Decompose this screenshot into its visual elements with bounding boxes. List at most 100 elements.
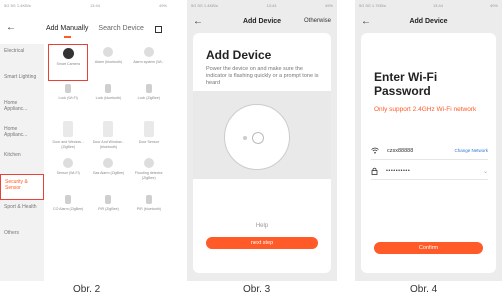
device-label: Gas Alarm (ZigBee) — [92, 171, 125, 175]
device-item[interactable]: Lock (Wi-Fi) — [48, 81, 88, 118]
screen-add-device: 5G 5G 1.4KB/s 13:44 49% ← Add Device Oth… — [187, 0, 337, 281]
change-network-link[interactable]: Change Network — [454, 148, 488, 153]
caption-obr-3: Obr. 3 — [243, 284, 271, 295]
status-right: 49% — [489, 3, 498, 8]
divider — [371, 179, 488, 180]
status-time: 13:44 — [89, 3, 100, 8]
status-time: 13:44 — [432, 3, 443, 8]
add-device-card: Add Device Power the device on and make … — [193, 33, 331, 273]
device-label: Flooding detector (ZigBee) — [134, 171, 163, 180]
tab-search-device[interactable]: Search Device — [98, 25, 144, 32]
sidebar-item[interactable]: Electrical — [0, 44, 44, 70]
device-item[interactable]: Door Sensor — [129, 118, 169, 155]
device-label: Door Sensor — [138, 140, 159, 144]
card-title: Enter Wi-Fi Password — [374, 70, 438, 98]
door-sensor-icon — [143, 121, 154, 137]
pir-icon — [145, 195, 152, 204]
eye-toggle-icon[interactable]: ⌄ — [483, 168, 488, 175]
status-bar: 5G 5G 1.4KB/s 13:44 49% — [187, 0, 337, 11]
device-item[interactable]: PIR (bluetooth) — [129, 192, 169, 229]
wifi-ssid: czsx88888 — [387, 147, 414, 154]
device-label: Door And Window... (bluetooth) — [92, 140, 125, 149]
back-arrow-icon[interactable]: ← — [193, 16, 203, 27]
wifi-ssid-row: czsx88888 Change Network — [371, 147, 488, 154]
password-row[interactable]: •••••••••• ⌄ — [371, 167, 488, 175]
device-label: Smart Camera — [56, 62, 80, 66]
device-item[interactable]: Gas Alarm (ZigBee) — [88, 155, 128, 192]
status-left: 5G 5G 1.4KB/s — [191, 3, 218, 8]
device-item[interactable]: Smart Camera — [48, 44, 89, 81]
device-item[interactable]: Door and Window... (ZigBee) — [48, 118, 88, 155]
password-field[interactable]: •••••••••• — [378, 168, 483, 174]
lock-icon — [105, 84, 112, 93]
alarm-system-icon — [143, 47, 154, 57]
divider — [371, 159, 488, 160]
status-left: 5G 5G 1.7KB/s — [359, 3, 386, 8]
screen-add-manually: 5G 5G 1.4KB/s 13:44 49% ← Add Manually S… — [0, 0, 171, 281]
caption-obr-4: Obr. 4 — [410, 284, 438, 295]
indicator-light-icon — [243, 136, 247, 140]
help-link[interactable]: Help — [193, 223, 331, 229]
sidebar-item[interactable]: Home Applianc... — [0, 122, 44, 148]
device-item[interactable]: Door And Window... (bluetooth) — [88, 118, 128, 155]
device-label: Lock (bluetooth) — [95, 96, 122, 100]
device-grid: Smart Camera Alarm (bluetooth) Alarm syste… — [48, 44, 169, 281]
category-sidebar: Electrical Smart Lighting Home Applianc...… — [0, 44, 44, 281]
sidebar-item[interactable]: Sport & Health — [0, 200, 44, 226]
wifi-note: Only support 2.4GHz Wi-Fi network — [374, 106, 477, 113]
card-description: Power the device on and make sure the in… — [206, 66, 319, 86]
device-item[interactable]: Lock (bluetooth) — [88, 81, 128, 118]
device-item[interactable]: Sensor (Wi-Fi) — [48, 155, 88, 192]
device-label: Alarm system (Wi... — [133, 60, 165, 64]
device-label: CO Alarm (ZigBee) — [52, 207, 84, 211]
device-item[interactable]: Flooding detector (ZigBee) — [129, 155, 169, 192]
tabs: Add Manually Search Device — [46, 25, 144, 38]
device-item[interactable]: Alarm (bluetooth) — [88, 44, 128, 81]
back-arrow-icon[interactable]: ← — [6, 22, 16, 33]
status-right: 49% — [324, 3, 333, 8]
device-label: Lock (ZigBee) — [137, 96, 160, 100]
alarm-icon — [103, 47, 114, 57]
status-left: 5G 5G 1.4KB/s — [4, 3, 31, 8]
back-arrow-icon[interactable]: ← — [361, 16, 371, 27]
door-sensor-icon — [103, 121, 114, 137]
confirm-button[interactable]: Confirm — [374, 242, 483, 254]
camera-icon — [62, 48, 74, 59]
device-item[interactable]: CO Alarm (ZigBee) — [48, 192, 88, 229]
device-illustration — [193, 91, 331, 179]
device-label: Door and Window... (ZigBee) — [52, 140, 84, 149]
pir-icon — [105, 195, 112, 204]
sidebar-item[interactable]: Security & Sensor — [0, 174, 44, 200]
sidebar-item[interactable]: Others — [0, 226, 44, 252]
sidebar-item[interactable]: Home Applianc... — [0, 96, 44, 122]
sidebar-item[interactable]: Smart Lighting — [0, 70, 44, 96]
next-step-button[interactable]: next step — [206, 237, 318, 249]
device-item[interactable]: Lock (ZigBee) — [129, 81, 169, 118]
scan-icon[interactable] — [155, 26, 162, 33]
door-sensor-icon — [63, 121, 74, 137]
device-circle-icon — [224, 104, 290, 170]
nav-bar: ← Add Device — [355, 11, 502, 31]
status-bar: 5G 5G 1.4KB/s 13:44 49% — [0, 0, 171, 11]
device-label: PIR (bluetooth) — [136, 207, 161, 211]
status-bar: 5G 5G 1.7KB/s 13:44 49% — [355, 0, 502, 11]
wifi-icon — [371, 147, 379, 154]
sidebar-item[interactable]: Kitchen — [0, 148, 44, 174]
otherwise-link[interactable]: Otherwise — [304, 18, 331, 24]
nav-bar: ← Add Device Otherwise — [187, 11, 337, 31]
lock-icon — [65, 84, 72, 93]
wifi-card: Enter Wi-Fi Password Only support 2.4GHz… — [361, 33, 496, 273]
status-time: 13:44 — [266, 3, 277, 8]
device-label: PIR (ZigBee) — [98, 207, 119, 211]
status-right: 49% — [158, 3, 167, 8]
tab-add-manually[interactable]: Add Manually — [46, 25, 88, 38]
co-alarm-icon — [65, 195, 72, 204]
screen-wifi-password: 5G 5G 1.7KB/s 13:44 49% ← Add Device Ent… — [355, 0, 502, 281]
card-title: Add Device — [206, 48, 272, 62]
device-item[interactable]: PIR (ZigBee) — [88, 192, 128, 229]
flood-icon — [143, 158, 154, 168]
button-ring-icon — [252, 132, 264, 144]
device-item[interactable]: Alarm system (Wi... — [129, 44, 169, 81]
gas-alarm-icon — [103, 158, 114, 168]
device-label: Alarm (bluetooth) — [94, 60, 123, 64]
